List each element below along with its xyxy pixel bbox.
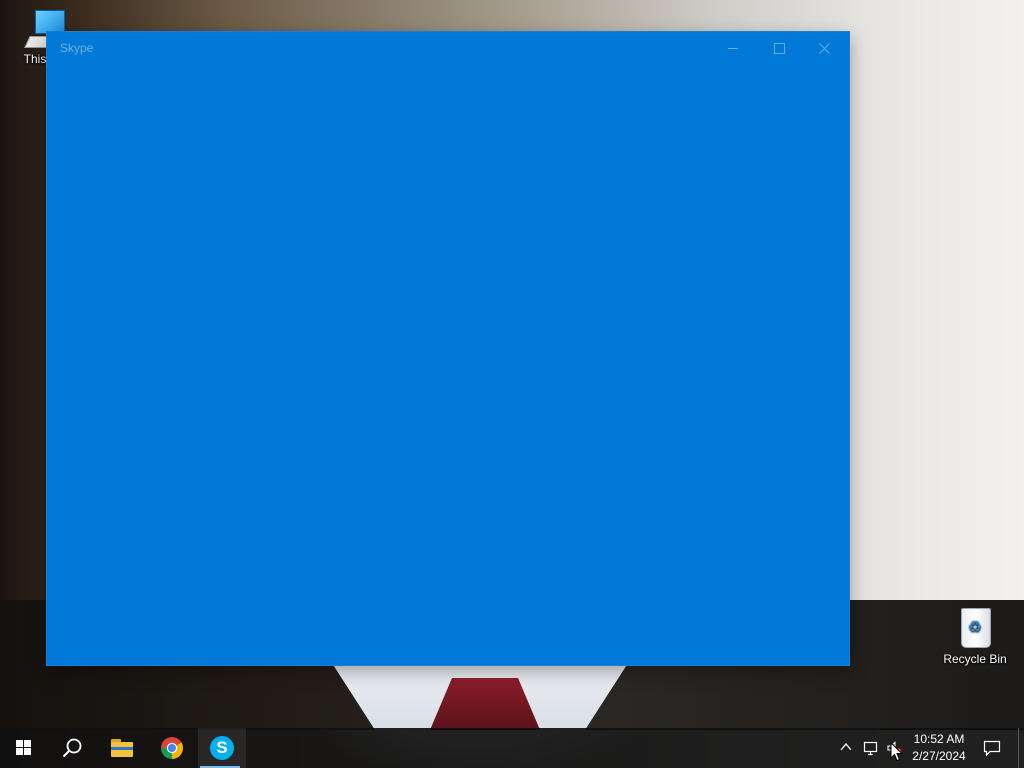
- start-button[interactable]: [0, 728, 48, 768]
- skype-window[interactable]: Skype: [47, 32, 849, 665]
- network-icon: [863, 741, 878, 756]
- clock[interactable]: 10:52 AM 2/27/2024: [904, 731, 974, 765]
- taskbar: S 10:52 AM 2/27/2024: [0, 728, 1024, 768]
- skype-icon: S: [210, 736, 234, 760]
- desktop-icon-label: Recycle Bin: [943, 652, 1007, 666]
- action-center-button[interactable]: [978, 728, 1008, 768]
- mouse-cursor-icon: [890, 742, 904, 762]
- show-hidden-icons-button[interactable]: [835, 728, 859, 768]
- window-title: Skype: [60, 41, 94, 55]
- minimize-button[interactable]: [710, 32, 756, 64]
- chevron-up-icon: [840, 742, 852, 751]
- taskbar-chrome[interactable]: [148, 728, 196, 768]
- network-button[interactable]: [859, 728, 883, 768]
- clock-time: 10:52 AM: [913, 732, 965, 746]
- desktop-icon-recycle-bin[interactable]: ♻ Recycle Bin: [940, 604, 1010, 666]
- show-desktop-button[interactable]: [1018, 728, 1024, 768]
- clock-date: 2/27/2024: [912, 749, 966, 763]
- taskbar-skype[interactable]: S: [198, 728, 246, 768]
- taskbar-file-explorer[interactable]: [98, 728, 146, 768]
- chrome-icon: [161, 737, 183, 759]
- folder-icon: [111, 739, 133, 757]
- windows-logo-icon: [16, 740, 32, 756]
- recycle-bin-icon: ♻: [955, 604, 995, 648]
- search-button[interactable]: [48, 728, 96, 768]
- desktop: This PC ♻ Recycle Bin Skype S 10:52 AM 2…: [0, 0, 1024, 768]
- close-button[interactable]: [802, 32, 848, 64]
- maximize-button[interactable]: [756, 32, 802, 64]
- close-icon: [819, 43, 830, 54]
- search-icon: [62, 738, 82, 758]
- title-bar[interactable]: Skype: [47, 32, 849, 64]
- notification-icon: [983, 740, 1001, 757]
